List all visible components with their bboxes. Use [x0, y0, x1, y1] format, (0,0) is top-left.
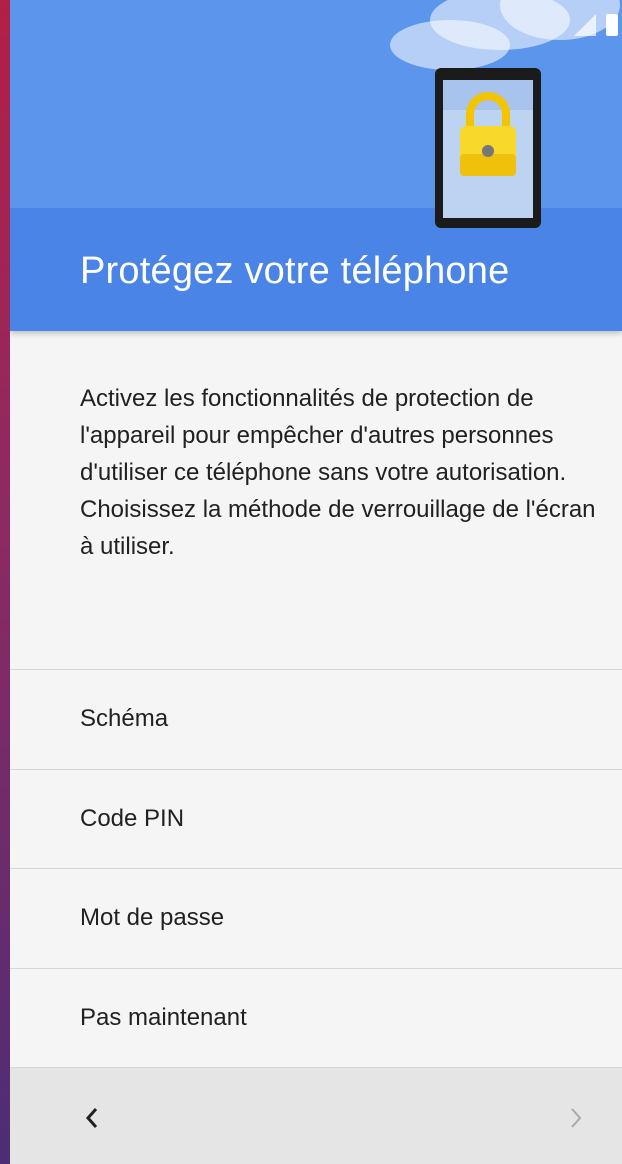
lock-method-list: Schéma Code PIN Mot de passe Pas mainten…	[10, 669, 622, 1067]
back-button[interactable]	[72, 1098, 112, 1138]
option-not-now[interactable]: Pas maintenant	[10, 967, 622, 1068]
setup-screen: Protégez votre téléphone Activez les fon…	[10, 0, 622, 1164]
chevron-left-icon	[85, 1108, 98, 1128]
option-label: Mot de passe	[80, 904, 225, 932]
no-signal-icon	[574, 14, 596, 36]
next-button[interactable]	[556, 1098, 596, 1138]
phone-lock-icon	[435, 68, 541, 228]
option-pattern[interactable]: Schéma	[10, 669, 622, 769]
option-label: Code PIN	[80, 804, 185, 832]
description-text: Activez les fonctionnalités de protectio…	[80, 385, 596, 560]
option-pin[interactable]: Code PIN	[10, 768, 622, 869]
status-bar	[574, 14, 618, 36]
header: Protégez votre téléphone	[10, 0, 622, 331]
option-password[interactable]: Mot de passe	[10, 868, 622, 968]
page-title: Protégez votre téléphone	[80, 250, 510, 292]
navigation-footer	[10, 1067, 622, 1164]
option-label: Schéma	[80, 705, 169, 733]
chevron-right-icon	[571, 1108, 582, 1128]
battery-icon	[606, 14, 618, 36]
option-label: Pas maintenant	[80, 1003, 247, 1031]
